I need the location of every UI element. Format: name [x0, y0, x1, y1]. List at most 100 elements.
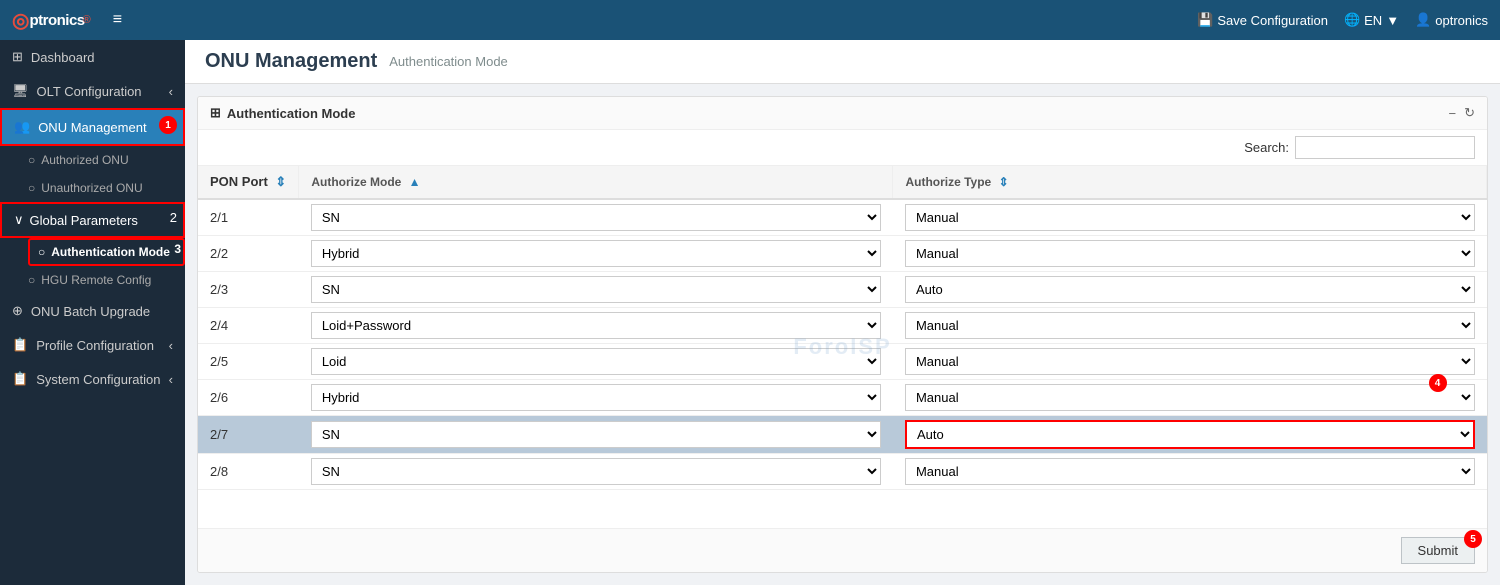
type-cell: ManualAuto [893, 344, 1487, 380]
dashboard-icon: ⊞ [12, 49, 23, 65]
logo-reg: ® [83, 14, 91, 26]
chevron-icon: ‹ [169, 372, 173, 387]
profile-icon: 📋 [12, 337, 28, 353]
user-icon: 👤 [1415, 12, 1431, 28]
pon-port-cell: 2/5 [198, 344, 299, 380]
navbar-left: ◎ ptronics ® ≡ [12, 8, 122, 33]
sidebar-item-onu-management[interactable]: 👥 ONU Management ‹ 1 [0, 108, 185, 146]
badge-2: 2 [170, 210, 177, 225]
sidebar-item-label: ONU Management [38, 120, 146, 135]
sidebar-item-label: Dashboard [31, 50, 95, 65]
badge-5: 5 [1464, 530, 1482, 548]
authorize-mode-select[interactable]: SNHybridLoid+PasswordLoid [311, 312, 881, 339]
sidebar-item-authentication-mode[interactable]: ○ Authentication Mode 3 [28, 238, 185, 266]
table-body: 2/1 SNHybridLoid+PasswordLoid ManualAuto [198, 199, 1487, 490]
authorize-mode-select[interactable]: SNHybridLoid+PasswordLoid [311, 421, 881, 448]
sidebar-item-dashboard[interactable]: ⊞ Dashboard [0, 40, 185, 74]
logo-o: ◎ [12, 8, 29, 33]
sort-icon-2: ⇕ [999, 175, 1009, 189]
authorize-mode-select[interactable]: SNHybridLoid+PasswordLoid [311, 458, 881, 485]
auth-mode-label: Authentication Mode [51, 245, 170, 259]
authorize-type-select[interactable]: ManualAuto [905, 240, 1475, 267]
page-subtitle: Authentication Mode [389, 54, 508, 69]
col-authorize-type[interactable]: Authorize Type ⇕ [893, 166, 1487, 199]
page-header: ONU Management Authentication Mode [185, 40, 1500, 84]
save-config-button[interactable]: 💾 Save Configuration [1197, 12, 1328, 28]
pon-port-cell: 2/4 [198, 308, 299, 344]
sidebar-sub-label: Authorized ONU [41, 153, 128, 167]
chevron-down-icon: ∨ [14, 212, 24, 228]
globe-icon: 🌐 [1344, 12, 1360, 28]
sidebar-item-system-config[interactable]: 📋 System Configuration ‹ [0, 362, 185, 396]
chevron-icon: ‹ [169, 84, 173, 99]
hamburger-icon[interactable]: ≡ [113, 11, 122, 29]
card-header: ⊞ Authentication Mode − ↻ [198, 97, 1487, 130]
sidebar-sub-label: Unauthorized ONU [41, 181, 142, 195]
search-bar: Search: [198, 130, 1487, 166]
card-title: ⊞ Authentication Mode [210, 105, 355, 121]
card-header-actions: − ↻ [1449, 105, 1476, 121]
search-label: Search: [1244, 140, 1289, 155]
authorize-mode-select[interactable]: SNHybridLoid+PasswordLoid [311, 276, 881, 303]
sidebar-global-params[interactable]: ∨ Global Parameters 2 [0, 202, 185, 238]
card-title-text: Authentication Mode [227, 106, 356, 121]
table-row: 2/8 SNHybridLoid+PasswordLoid ManualAuto [198, 454, 1487, 490]
authorize-mode-select[interactable]: SNHybridLoid+PasswordLoid [311, 204, 881, 231]
authorize-type-select[interactable]: ManualAuto [905, 312, 1475, 339]
page-title: ONU Management [205, 50, 377, 73]
mode-cell: SNHybridLoid+PasswordLoid [299, 380, 893, 416]
authorize-type-select-highlighted[interactable]: ManualAuto [905, 420, 1475, 449]
sidebar-item-hgu-remote-config[interactable]: ○ HGU Remote Config [28, 266, 185, 294]
sidebar-item-onu-batch-upgrade[interactable]: ⊕ ONU Batch Upgrade [0, 294, 185, 328]
olt-icon: 🖥 [12, 83, 29, 99]
table-row: 2/3 SNHybridLoid+PasswordLoid ManualAuto [198, 272, 1487, 308]
sidebar-item-olt-config[interactable]: 🖥 OLT Configuration ‹ [0, 74, 185, 108]
sidebar-item-label: ONU Batch Upgrade [31, 304, 150, 319]
sidebar-item-unauthorized-onu[interactable]: ○ Unauthorized ONU [28, 174, 185, 202]
onu-sub-menu: ○ Authorized ONU ○ Unauthorized ONU [0, 146, 185, 202]
system-icon: 📋 [12, 371, 28, 387]
sidebar-item-authorized-onu[interactable]: ○ Authorized ONU [28, 146, 185, 174]
submit-button[interactable]: Submit 5 [1401, 537, 1475, 564]
type-cell-highlighted: ManualAuto [893, 416, 1487, 454]
language-selector[interactable]: 🌐 EN ▼ [1344, 12, 1399, 28]
pon-port-cell: 2/2 [198, 236, 299, 272]
col-authorize-mode[interactable]: Authorize Mode ▲ [299, 166, 893, 199]
circle-icon: ○ [28, 181, 35, 195]
table-row: 2/1 SNHybridLoid+PasswordLoid ManualAuto [198, 199, 1487, 236]
col-pon-port[interactable]: PON Port ⇕ [198, 166, 299, 199]
authorize-type-select[interactable]: ManualAuto [905, 204, 1475, 231]
mode-cell: SNHybridLoid+PasswordLoid [299, 416, 893, 454]
sidebar-item-label: Profile Configuration [36, 338, 154, 353]
circle-icon: ○ [28, 273, 35, 287]
authorize-type-select[interactable]: ManualAuto [905, 276, 1475, 303]
table-container: ForoISP PON Port ⇕ Authorize Mode ▲ [198, 166, 1487, 528]
pon-port-cell: 2/6 [198, 380, 299, 416]
authorize-type-select[interactable]: ManualAuto [905, 384, 1475, 411]
pon-port-header: PON Port [210, 174, 268, 189]
pon-port-cell: 2/1 [198, 199, 299, 236]
authorize-mode-select[interactable]: SNHybridLoid+PasswordLoid [311, 348, 881, 375]
mode-cell: SNHybridLoid+PasswordLoid [299, 454, 893, 490]
mode-cell: SNHybridLoid+PasswordLoid [299, 344, 893, 380]
table-row: 2/5 SNHybridLoid+PasswordLoid ManualAuto [198, 344, 1487, 380]
badge-1: 1 [159, 116, 177, 134]
minimize-button[interactable]: − [1449, 106, 1457, 121]
type-cell: ManualAuto [893, 454, 1487, 490]
authorize-mode-select[interactable]: SNHybridLoid+PasswordLoid [311, 384, 881, 411]
sort-icon-up: ▲ [409, 175, 421, 189]
authorize-mode-select[interactable]: SNHybridLoid+PasswordLoid [311, 240, 881, 267]
authorize-type-select[interactable]: ManualAuto [905, 348, 1475, 375]
refresh-button[interactable]: ↻ [1464, 105, 1475, 121]
table-row: 2/6 SNHybridLoid+PasswordLoid ManualAuto [198, 380, 1487, 416]
authorize-type-select[interactable]: ManualAuto [905, 458, 1475, 485]
table-icon: ⊞ [210, 105, 221, 121]
search-input[interactable] [1295, 136, 1475, 159]
sidebar-item-profile-config[interactable]: 📋 Profile Configuration ‹ [0, 328, 185, 362]
auth-mode-table: PON Port ⇕ Authorize Mode ▲ Authorize Ty… [198, 166, 1487, 490]
global-params-label: Global Parameters [30, 213, 138, 228]
mode-cell: SNHybridLoid+PasswordLoid [299, 236, 893, 272]
user-menu[interactable]: 👤 optronics [1415, 12, 1488, 28]
table-row: 2/2 SNHybridLoid+PasswordLoid ManualAuto [198, 236, 1487, 272]
type-cell: ManualAuto [893, 272, 1487, 308]
